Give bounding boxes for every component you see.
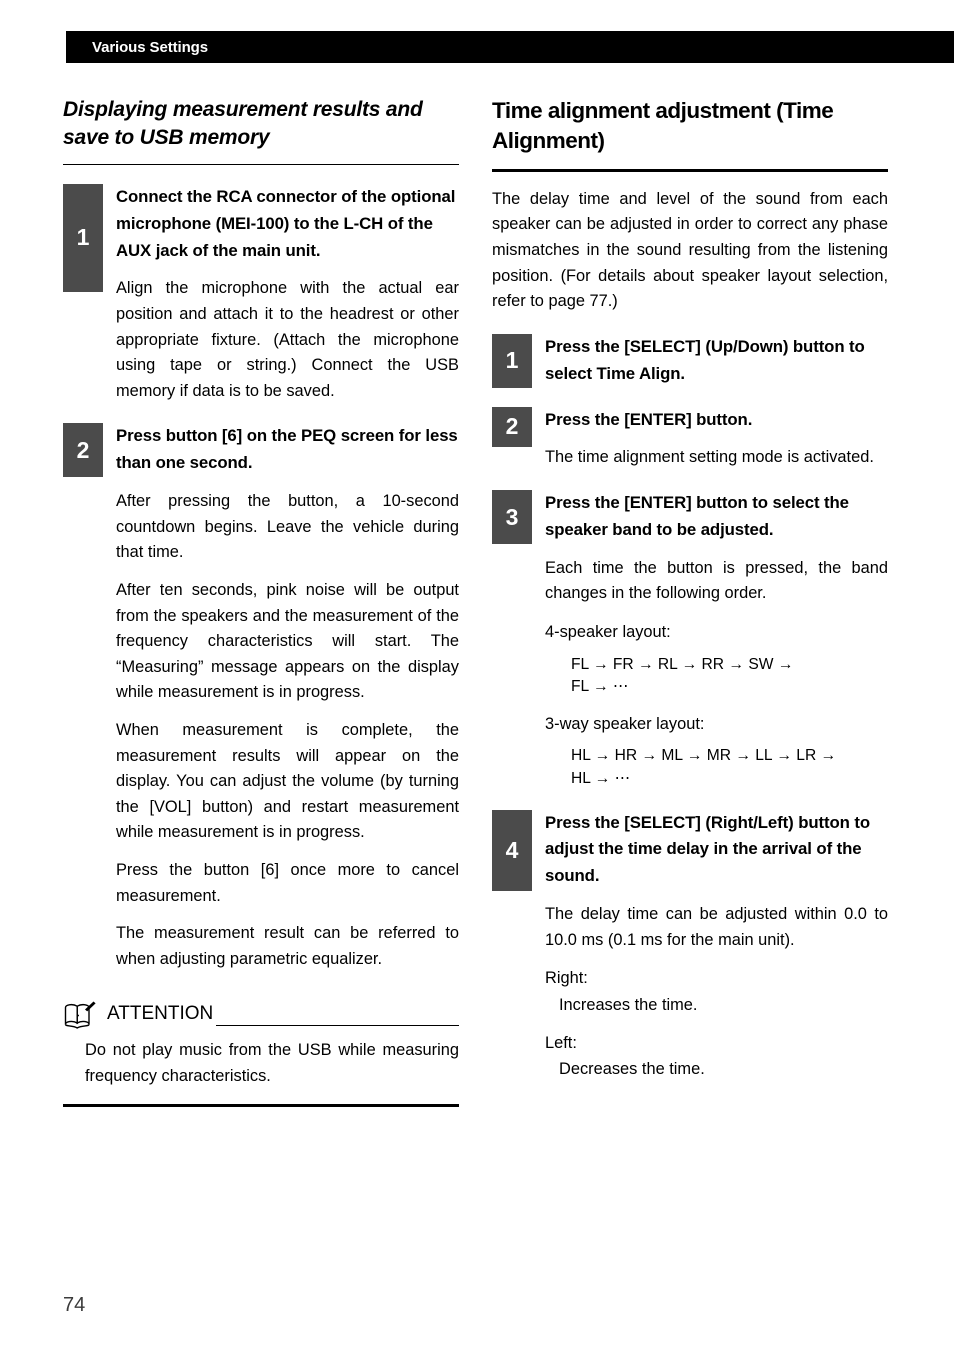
step-2: 2 Press button [6] on the PEQ screen for… [63, 423, 459, 972]
sequence-line: FL → FR → RL → RR → SW → [571, 655, 794, 673]
right-column: Time alignment adjustment (Time Alignmen… [492, 96, 888, 1082]
sequence-label: 3-way speaker layout: [545, 714, 705, 733]
step-paragraph: When measurement is complete, the measur… [116, 720, 459, 842]
step-1: 1 Connect the RCA connector of the optio… [63, 183, 459, 405]
step-paragraph: After pressing the button, a 10-second c… [116, 492, 459, 562]
sequence-label: 4-speaker layout: [545, 622, 671, 641]
step-2: 2 Press the [ENTER] button. The time ali… [492, 406, 888, 471]
left-section-heading: Displaying measurement results and save … [63, 98, 423, 149]
running-header-bar: Various Settings [66, 31, 954, 63]
sequence-line: HL → ⋯ [571, 769, 631, 787]
open-book-icon [63, 1000, 105, 1030]
step-4: 4 Press the [SELECT] (Right/Left) button… [492, 809, 888, 1082]
step-paragraph: Press the button [6] once more to cancel… [116, 860, 459, 905]
right-intro-paragraph: The delay time and level of the sound fr… [492, 189, 888, 311]
step-title: Connect the RCA connector of the optiona… [116, 186, 456, 260]
direction-label-left: Left: [545, 1033, 577, 1052]
step-paragraph: After ten seconds, pink noise will be ou… [116, 580, 459, 702]
step-content: Press the [SELECT] (Up/Down) button to s… [545, 334, 888, 388]
step-paragraph: Align the microphone with the actual ear… [116, 279, 459, 400]
sequence-line: HL → HR → ML → MR → LL → LR → [571, 747, 837, 765]
sequence-line: FL → ⋯ [571, 678, 629, 696]
step-content: Press the [ENTER] button. The time align… [545, 407, 888, 471]
step-content: Press the [ENTER] button to select the s… [545, 490, 888, 791]
step-number-badge: 4 [492, 809, 532, 891]
attention-header-rule [216, 1025, 459, 1027]
step-content: Press button [6] on the PEQ screen for l… [116, 423, 459, 972]
step-paragraph: Each time the button is pressed, the ban… [545, 558, 888, 603]
step-number-badge: 1 [492, 333, 532, 388]
attention-header: ATTENTION [63, 998, 459, 1030]
attention-title: ATTENTION [107, 1003, 214, 1025]
step-title: Press the [SELECT] (Right/Left) button t… [545, 812, 870, 886]
step-1: 1 Press the [SELECT] (Up/Down) button to… [492, 333, 888, 388]
attention-text: Do not play music from the USB while mea… [85, 1041, 459, 1085]
step-number-badge: 1 [63, 183, 103, 292]
step-title: Press the [SELECT] (Up/Down) button to s… [545, 336, 865, 383]
step-3: 3 Press the [ENTER] button to select the… [492, 490, 888, 791]
step-title: Press the [ENTER] button to select the s… [545, 493, 849, 539]
direction-value-right: Increases the time. [559, 996, 698, 1015]
running-header-title: Various Settings [92, 38, 208, 56]
attention-bottom-divider [63, 1104, 459, 1108]
step-number-badge: 2 [63, 423, 103, 478]
step-paragraph: The time alignment setting mode is activ… [545, 448, 874, 467]
right-section-heading: Time alignment adjustment (Time Alignmen… [492, 98, 834, 153]
step-paragraph: The delay time can be adjusted within 0.… [545, 905, 888, 949]
step-content: Connect the RCA connector of the optiona… [116, 184, 459, 405]
step-content: Press the [SELECT] (Right/Left) button t… [545, 810, 888, 1082]
step-number-badge: 2 [492, 406, 532, 447]
step-number-badge: 3 [492, 490, 532, 545]
step-paragraph: The measurement result can be referred t… [116, 924, 459, 968]
step-title: Press button [6] on the PEQ screen for l… [116, 426, 458, 473]
right-heading-divider [492, 168, 888, 172]
left-column: Displaying measurement results and save … [63, 96, 459, 1108]
page-number: 74 [63, 1294, 86, 1316]
attention-note: ATTENTION Do not play music from the USB… [63, 998, 459, 1108]
left-heading-divider [63, 163, 459, 165]
direction-label-right: Right: [545, 969, 588, 988]
step-title: Press the [ENTER] button. [545, 409, 753, 429]
direction-value-left: Decreases the time. [559, 1060, 705, 1079]
